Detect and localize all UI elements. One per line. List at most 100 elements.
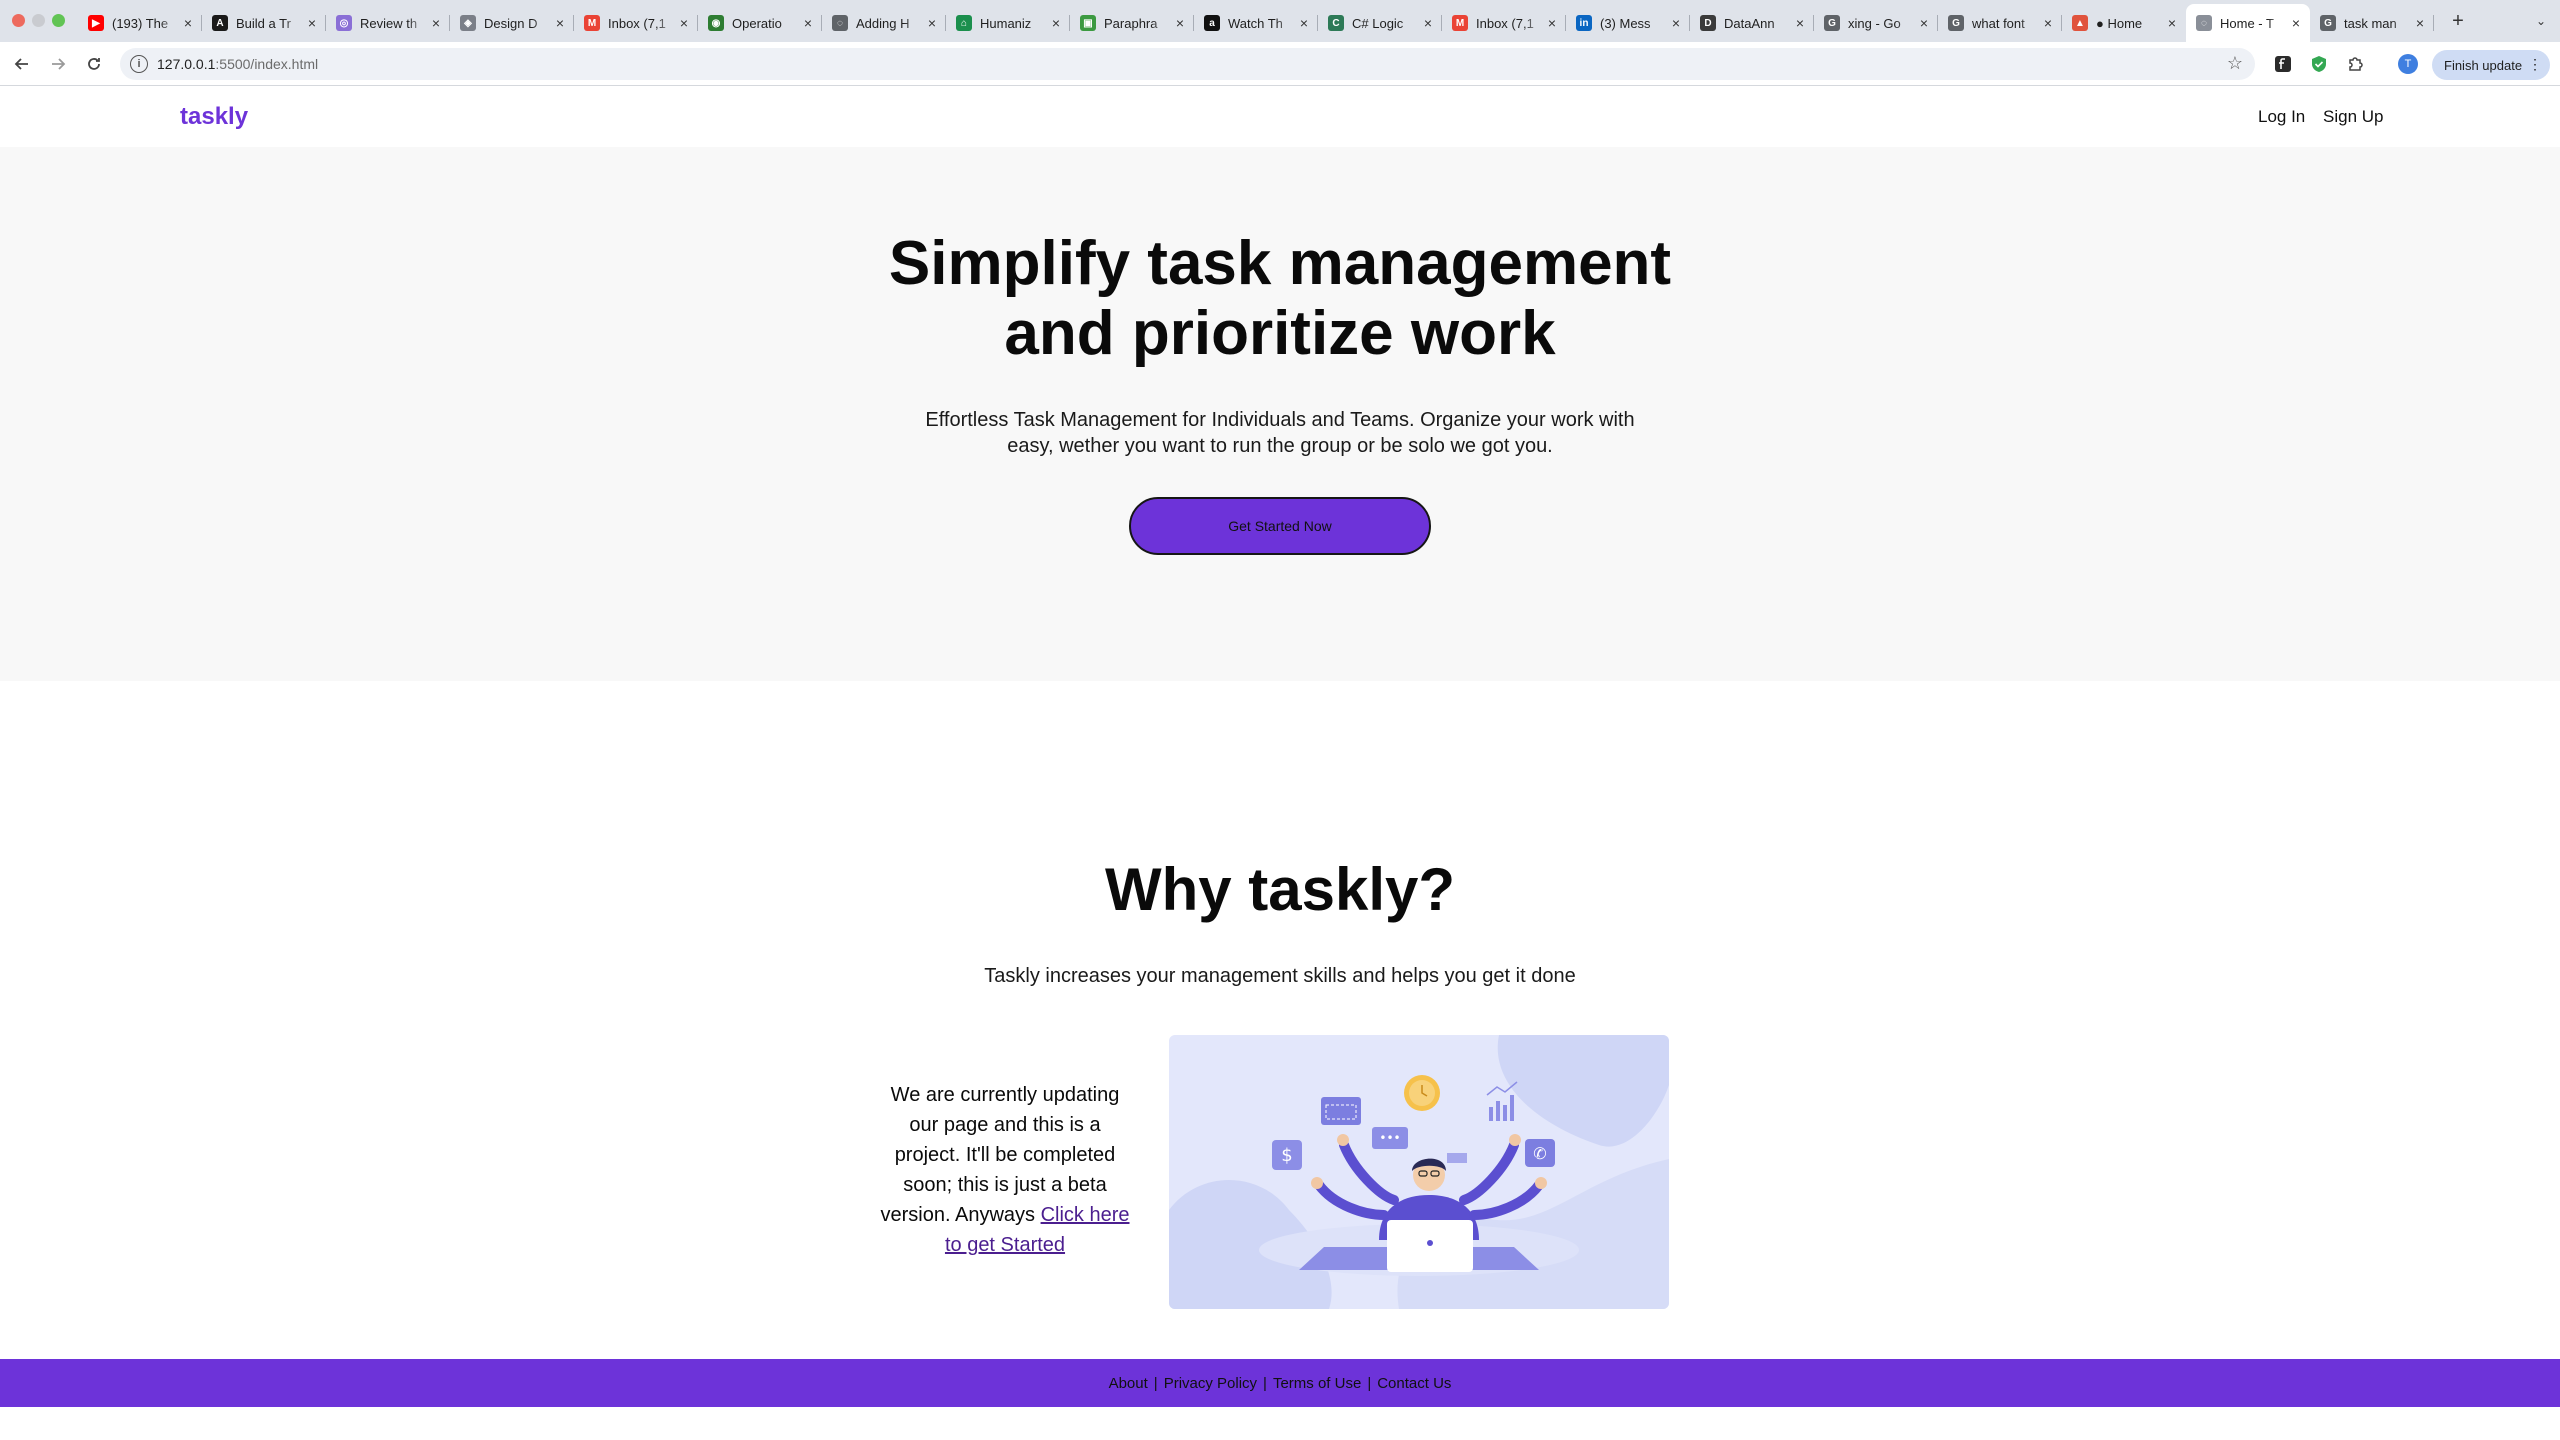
bookmark-star-icon[interactable]: ☆	[2227, 53, 2243, 74]
tab-close-icon[interactable]: ×	[1420, 15, 1436, 31]
svg-text:•••: •••	[1379, 1131, 1400, 1145]
tab-favicon-icon: in	[1576, 15, 1592, 31]
extension-f-icon[interactable]	[2272, 53, 2294, 75]
tab-close-icon[interactable]: ×	[1172, 15, 1188, 31]
hero-title-line-1: Simplify task management	[888, 229, 1672, 298]
url-host: 127.0.0.1	[157, 56, 216, 72]
tab-close-icon[interactable]: ×	[1048, 15, 1064, 31]
tab[interactable]: ▣ Paraphra ×	[1070, 4, 1194, 42]
tab[interactable]: A Build a Tr ×	[202, 4, 326, 42]
tab-title: task man	[2344, 15, 2397, 31]
tab-close-icon[interactable]: ×	[2412, 15, 2428, 31]
tab[interactable]: ▶ (193) The ×	[78, 4, 202, 42]
tab-close-icon[interactable]: ×	[2288, 15, 2304, 31]
profile-avatar[interactable]: T	[2398, 54, 2418, 74]
tab-close-icon[interactable]: ×	[180, 15, 196, 31]
hero-section: Simplify task management and prioritize …	[0, 147, 2560, 681]
tab[interactable]: ◎ Review th ×	[326, 4, 450, 42]
hero-title-line-2: and prioritize work	[1004, 299, 1556, 368]
multitasking-illustration: $ ••• ✆	[1169, 1035, 1669, 1309]
tab[interactable]: M Inbox (7,1 ×	[1442, 4, 1566, 42]
tab-title: (3) Mess	[1600, 15, 1651, 31]
site-footer: About | Privacy Policy | Terms of Use | …	[0, 1359, 2560, 1407]
extension-shield-icon[interactable]	[2308, 53, 2330, 75]
tab-favicon-icon: G	[1824, 15, 1840, 31]
tab-favicon-icon: M	[584, 15, 600, 31]
tab[interactable]: ◉ Operatio ×	[698, 4, 822, 42]
get-started-button[interactable]: Get Started Now	[1129, 497, 1431, 555]
tab[interactable]: ⌂ Humaniz ×	[946, 4, 1070, 42]
tab-favicon-icon: ▶	[88, 15, 104, 31]
tab-title: Operatio	[732, 15, 782, 31]
url-path: :5500/index.html	[215, 56, 319, 72]
tab-close-icon[interactable]: ×	[800, 15, 816, 31]
why-taskly-heading: Why taskly?	[1104, 856, 1456, 923]
address-url[interactable]: 127.0.0.1:5500/index.html	[157, 56, 318, 72]
tab-title: DataAnn	[1724, 15, 1775, 31]
tab-title: Inbox (7,1	[1476, 15, 1534, 31]
why-taskly-subtitle: Taskly increases your management skills …	[984, 965, 1576, 987]
window-zoom-button[interactable]	[52, 14, 65, 27]
tab-title: C# Logic	[1352, 15, 1404, 31]
tab-title: Review th	[360, 15, 418, 31]
tab[interactable]: ◈ Design D ×	[450, 4, 574, 42]
tab-close-icon[interactable]: ×	[1296, 15, 1312, 31]
web-page: taskly Log In Sign Up Simplify task mana…	[0, 87, 2560, 1440]
tab-close-icon[interactable]: ×	[1668, 15, 1684, 31]
more-menu-icon[interactable]: ⋮	[2528, 56, 2542, 73]
footer-link-about[interactable]: About	[1109, 1375, 1148, 1392]
tab[interactable]: ◌ Adding H ×	[822, 4, 946, 42]
tab-close-icon[interactable]: ×	[1916, 15, 1932, 31]
tab-list: ▶ (193) The × A Build a Tr × ◎ Review th × ◈ Desig…	[78, 4, 2478, 42]
footer-link-contact[interactable]: Contact Us	[1377, 1375, 1451, 1392]
tab-active[interactable]: ◌ Home - T ×	[2186, 4, 2310, 42]
tab-title: Home - T	[2220, 15, 2274, 31]
forward-arrow-icon[interactable]	[44, 50, 72, 78]
tab[interactable]: in (3) Mess ×	[1566, 4, 1690, 42]
address-bar[interactable]: i 127.0.0.1:5500/index.html ☆	[120, 48, 2255, 80]
tab-search-chevron-icon[interactable]: ⌄	[2530, 10, 2552, 32]
footer-link-privacy[interactable]: Privacy Policy	[1164, 1375, 1257, 1392]
svg-text:✆: ✆	[1533, 1144, 1546, 1163]
reload-icon[interactable]	[80, 50, 108, 78]
tab-close-icon[interactable]: ×	[1544, 15, 1560, 31]
login-link[interactable]: Log In	[2258, 107, 2305, 127]
tab-close-icon[interactable]: ×	[2164, 15, 2180, 31]
window-close-button[interactable]	[12, 14, 25, 27]
tab[interactable]: C C# Logic ×	[1318, 4, 1442, 42]
svg-text:$: $	[1281, 1145, 1292, 1166]
tab[interactable]: Gxing - Go ×	[1814, 4, 1938, 42]
site-info-icon[interactable]: i	[130, 55, 148, 73]
back-arrow-icon[interactable]	[8, 50, 36, 78]
footer-separator: |	[1263, 1374, 1267, 1392]
tab-close-icon[interactable]: ×	[2040, 15, 2056, 31]
tab-title: Paraphra	[1104, 15, 1158, 31]
tab-close-icon[interactable]: ×	[304, 15, 320, 31]
footer-link-terms[interactable]: Terms of Use	[1273, 1375, 1361, 1392]
tab-title: Build a Tr	[236, 15, 291, 31]
tab-favicon-icon: ▣	[1080, 15, 1096, 31]
tab[interactable]: M Inbox (7,1 ×	[574, 4, 698, 42]
finish-update-button[interactable]: Finish update ⋮	[2432, 50, 2550, 80]
site-logo[interactable]: taskly	[180, 103, 248, 131]
tab[interactable]: a Watch Th ×	[1194, 4, 1318, 42]
tab-title: Humaniz	[980, 15, 1032, 31]
tab-close-icon[interactable]: ×	[1792, 15, 1808, 31]
new-tab-button[interactable]: +	[2446, 9, 2470, 33]
tab-close-icon[interactable]: ×	[428, 15, 444, 31]
tab-favicon-icon: a	[1204, 15, 1220, 31]
tab-title: (193) The	[112, 15, 169, 31]
hero-subtitle: Effortless Task Management for Individua…	[925, 409, 1635, 457]
tab[interactable]: D DataAnn ×	[1690, 4, 1814, 42]
tab[interactable]: Gwhat font ×	[1938, 4, 2062, 42]
tab-close-icon[interactable]: ×	[552, 15, 568, 31]
tab-close-icon[interactable]: ×	[924, 15, 940, 31]
tab-favicon-icon: A	[212, 15, 228, 31]
tab[interactable]: Gtask man ×	[2310, 4, 2434, 42]
window-minimize-button[interactable]	[32, 14, 45, 27]
tab-title: Adding H	[856, 15, 910, 31]
extensions-puzzle-icon[interactable]	[2345, 53, 2367, 75]
signup-link[interactable]: Sign Up	[2323, 107, 2383, 127]
tab[interactable]: ▲ ● Home ×	[2062, 4, 2186, 42]
tab-close-icon[interactable]: ×	[676, 15, 692, 31]
